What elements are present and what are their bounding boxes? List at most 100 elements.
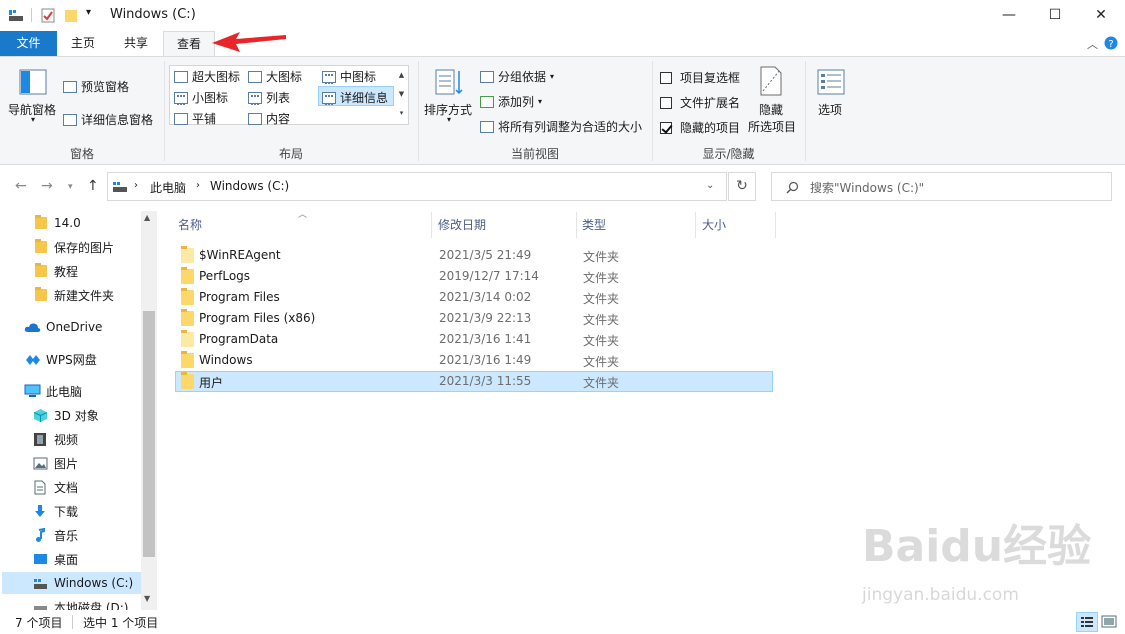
options-icon[interactable] [817,69,845,95]
breadcrumb-this-pc[interactable]: 此电脑 [150,179,186,196]
layout-medium-icons[interactable]: 中图标 [322,68,376,85]
drive-icon [34,578,47,589]
search-input[interactable]: 搜索"Windows (C:)" [810,179,924,196]
address-history-icon[interactable]: ⌄ [706,180,714,191]
file-extensions-toggle[interactable]: 文件扩展名 [660,94,740,111]
layout-list[interactable]: 列表 [248,89,290,106]
hide-selected-label-2[interactable]: 所选项目 [748,118,796,135]
nav-item-3d-objects[interactable]: 3D 对象 [33,404,99,426]
nav-pane-dropdown-icon[interactable]: ▾ [31,115,35,124]
item-checkboxes-toggle[interactable]: 项目复选框 [660,69,740,86]
group-by-button[interactable]: 分组依据 ▾ [480,68,554,85]
table-row[interactable]: $WinREAgent 2021/3/5 21:49 文件夹 [175,245,773,266]
breadcrumb-separator-icon[interactable]: › [134,180,138,191]
layout-details[interactable]: 详细信息 [322,89,388,106]
file-date: 2021/3/16 1:49 [439,353,532,367]
maximize-button[interactable]: ☐ [1032,0,1078,31]
forward-icon[interactable]: → [41,178,53,194]
scroll-up-icon[interactable]: ▲ [144,213,150,222]
address-bar[interactable]: › 此电脑 › Windows (C:) ⌄ [107,172,727,201]
hide-selected-label-1[interactable]: 隐藏 [759,101,783,118]
properties-icon[interactable] [41,8,55,23]
nav-item-documents[interactable]: 文档 [33,476,78,498]
layout-content[interactable]: 内容 [248,110,290,127]
nav-item-14[interactable]: 14.0 [35,212,81,234]
scroll-up-icon[interactable]: ▲ [395,66,408,85]
up-icon[interactable]: ↑ [87,178,99,194]
details-pane-button[interactable]: 详细信息窗格 [63,111,153,128]
scroll-down-icon[interactable]: ▼ [395,85,408,104]
layout-tiles[interactable]: 平铺 [174,110,216,127]
tab-share[interactable]: 共享 [109,31,163,56]
column-header-size[interactable]: 大小 [698,212,776,238]
tab-file[interactable]: 文件 [0,31,57,56]
layout-extra-large-icons[interactable]: 超大图标 [174,68,240,85]
nav-item-desktop[interactable]: 桌面 [33,548,78,570]
nav-item-new-folder[interactable]: 新建文件夹 [35,284,114,306]
back-icon[interactable]: ← [15,178,27,194]
size-all-columns-button[interactable]: 将所有列调整为合适的大小 [480,118,642,135]
breadcrumb-drive[interactable]: Windows (C:) [210,179,289,193]
nav-item-wps[interactable]: WPS网盘 [24,348,97,370]
table-row[interactable]: Program Files (x86) 2021/3/9 22:13 文件夹 [175,308,773,329]
sort-dropdown-icon[interactable]: ▾ [447,115,451,124]
minimize-button[interactable]: — [986,0,1032,31]
preview-pane-button[interactable]: 预览窗格 [63,78,129,95]
column-header-type[interactable]: 类型 [578,212,696,238]
table-row[interactable]: PerfLogs 2019/12/7 17:14 文件夹 [175,266,773,287]
scroll-down-icon[interactable]: ▼ [144,594,150,603]
collapse-ribbon-icon[interactable]: ︿ [1087,36,1098,52]
search-box[interactable]: 搜索"Windows (C:)" [771,172,1112,201]
nav-item-drive-c[interactable]: Windows (C:) [33,572,133,594]
options-button[interactable]: 选项 [818,101,842,118]
checkbox[interactable] [660,71,672,84]
nav-item-downloads[interactable]: 下载 [33,500,78,522]
add-column-button[interactable]: 添加列 ▾ [480,93,542,110]
nav-item-label: 文档 [54,480,79,495]
hidden-items-toggle[interactable]: 隐藏的项目 [660,119,740,136]
customize-qa-icon[interactable]: ▾ [86,7,91,18]
nav-item-label: 音乐 [54,528,79,543]
checkbox-checked[interactable] [660,121,672,134]
nav-item-onedrive[interactable]: OneDrive [24,316,102,338]
status-bar: 7 个项目 选中 1 个项目 [0,610,1125,634]
file-type: 文件夹 [583,250,620,264]
layout-gallery-scroll[interactable]: ▲ ▼ ▾ [395,66,408,124]
nav-item-tutorials[interactable]: 教程 [35,260,78,282]
tab-home[interactable]: 主页 [57,31,109,56]
breadcrumb-separator-icon[interactable]: › [196,180,200,191]
nav-item-this-pc[interactable]: 此电脑 [24,380,82,402]
large-label: 大图标 [266,70,303,84]
table-row[interactable]: Windows 2021/3/16 1:49 文件夹 [175,350,773,371]
table-row[interactable]: Program Files 2021/3/14 0:02 文件夹 [175,287,773,308]
nav-item-saved-pictures[interactable]: 保存的图片 [35,236,114,258]
checkbox[interactable] [660,96,672,109]
table-row-selected[interactable]: 用户 2021/3/3 11:55 文件夹 [175,371,773,392]
nav-scrollbar[interactable]: ▲ ▼ [141,211,157,610]
layout-small-icons[interactable]: 小图标 [174,89,228,106]
close-button[interactable]: ✕ [1078,0,1124,31]
recent-locations-icon[interactable]: ▾ [68,182,73,192]
navigation-pane-icon[interactable] [19,69,47,95]
help-icon[interactable]: ? [1104,36,1118,50]
sort-by-icon[interactable] [434,67,464,97]
scrollbar-thumb[interactable] [143,311,155,557]
drive-icon[interactable] [8,8,24,22]
column-header-name[interactable]: 名称 [174,212,432,238]
table-row[interactable]: ProgramData 2021/3/16 1:41 文件夹 [175,329,773,350]
large-icons-view-toggle-icon[interactable] [1100,614,1118,630]
hide-selected-icon[interactable] [759,65,783,97]
column-header-date[interactable]: 修改日期 [434,212,577,238]
details-view-icon [322,91,336,105]
details-view-toggle-icon[interactable] [1076,612,1098,632]
nav-item-pictures[interactable]: 图片 [33,452,78,474]
more-icon[interactable]: ▾ [395,104,408,123]
refresh-icon[interactable]: ↻ [728,172,756,201]
new-folder-icon[interactable] [64,8,78,23]
tab-view[interactable]: 查看 [163,31,215,57]
nav-item-music[interactable]: 音乐 [33,524,78,546]
nav-item-label: 图片 [54,456,79,471]
layout-large-icons[interactable]: 大图标 [248,68,302,85]
nav-item-drive-d[interactable]: 本地磁盘 (D:) [33,598,128,610]
nav-item-videos[interactable]: 视频 [33,428,78,450]
